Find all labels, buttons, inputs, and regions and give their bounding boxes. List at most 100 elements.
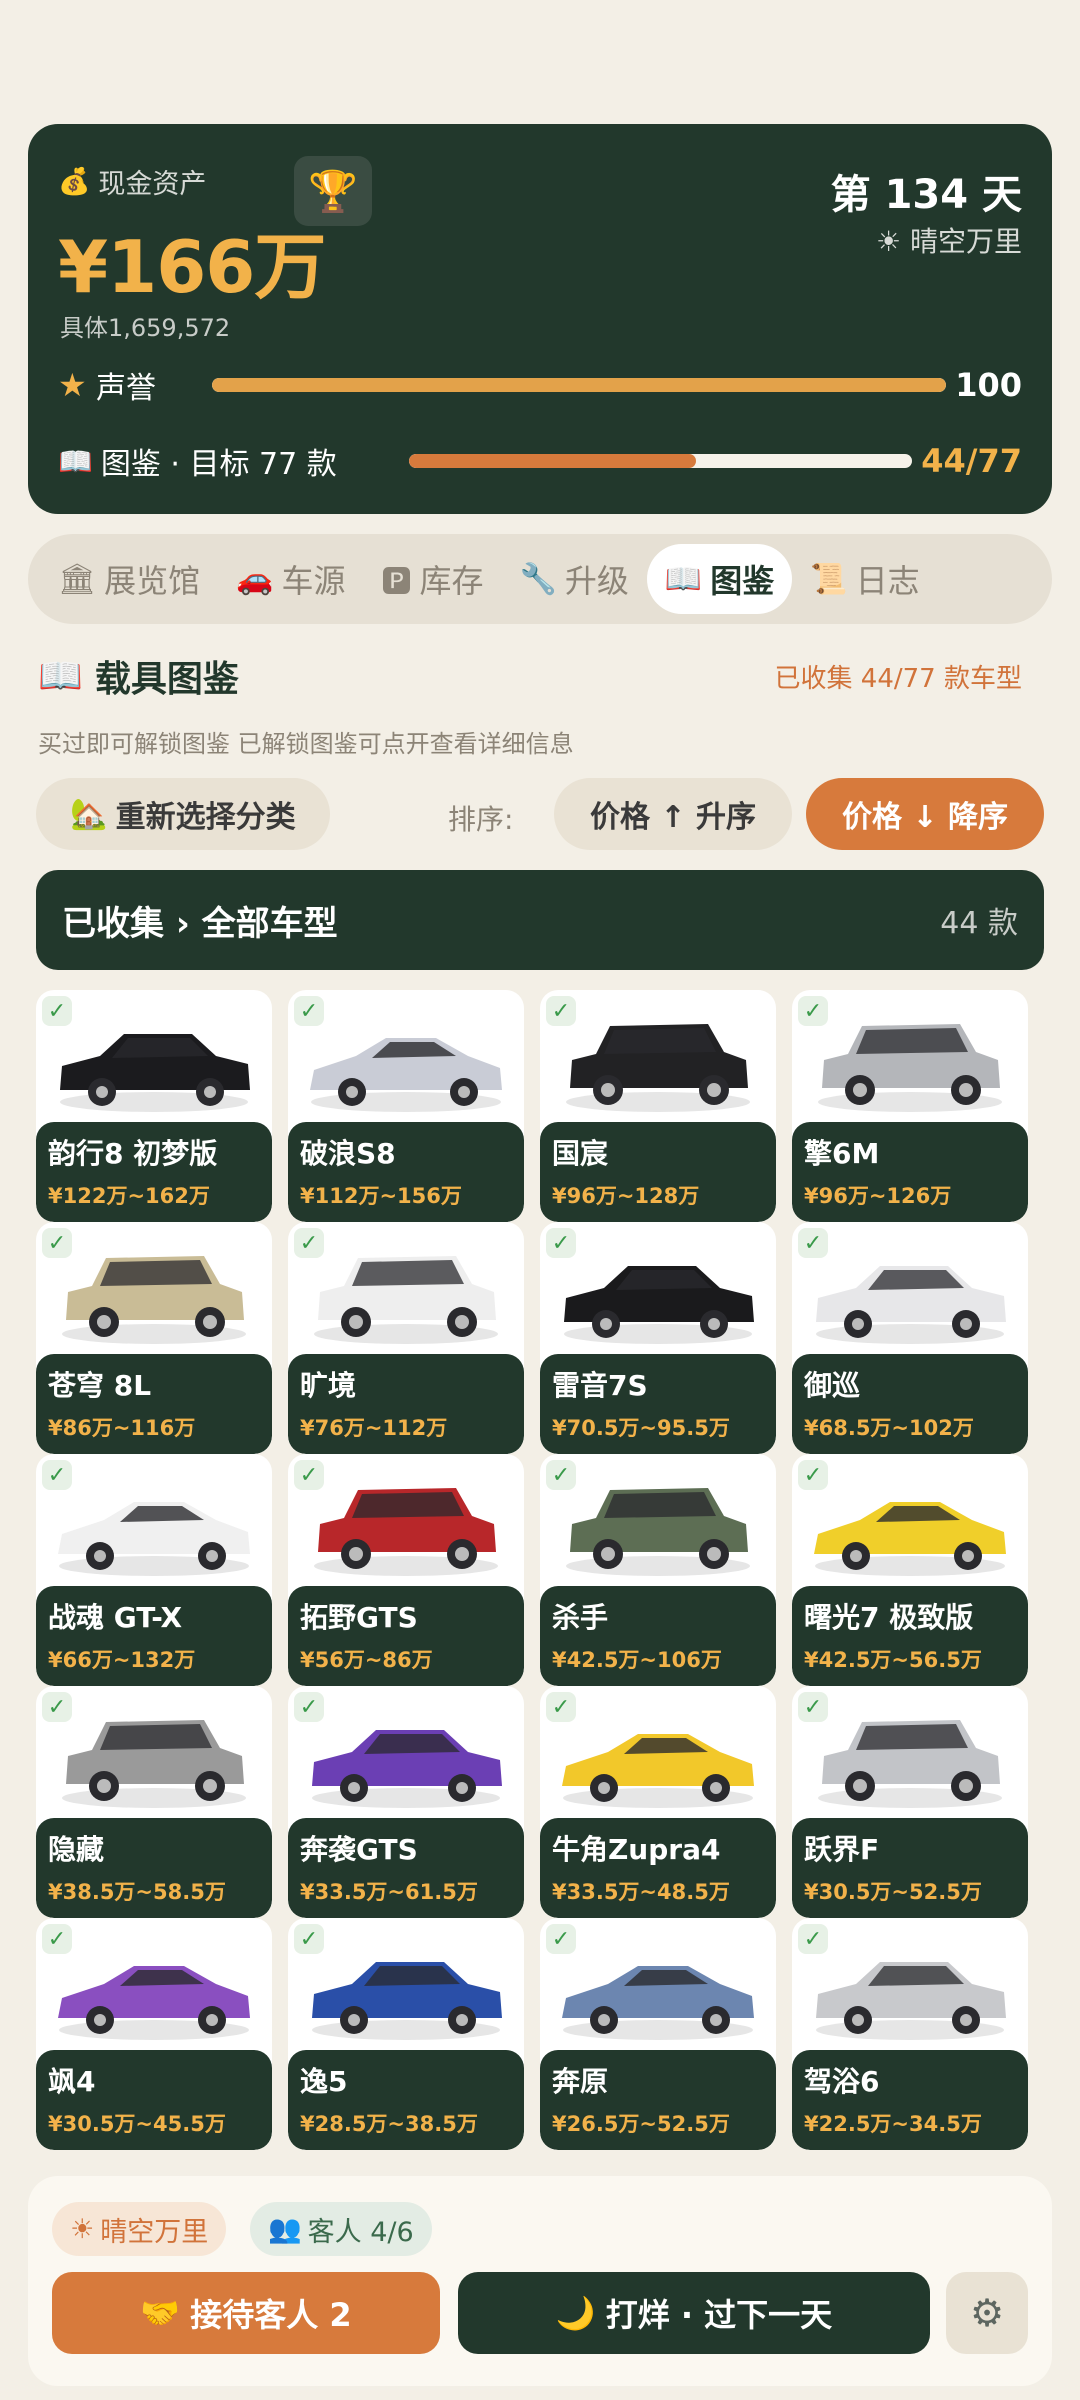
car-name: 杀手	[552, 1601, 609, 1634]
wrench-icon: 🔧	[519, 561, 557, 597]
car-card[interactable]: ✓ 御巡 ¥68.5万~102万	[792, 1222, 1028, 1454]
collection-label: 图鉴 · 目标 77 款	[100, 447, 337, 482]
car-price: ¥96万~126万	[804, 1184, 952, 1208]
car-name: 雷音7S	[552, 1369, 648, 1402]
house-icon: 🏡	[70, 796, 108, 832]
car-card[interactable]: ✓ 战魂 GT-X ¥66万~132万	[36, 1454, 272, 1686]
sort-price-desc-button[interactable]: 价格 ↓ 降序	[806, 778, 1044, 850]
car-name: 韵行8 初梦版	[48, 1137, 218, 1170]
car-info: 苍穹 8L ¥86万~116万	[36, 1354, 272, 1454]
car-card[interactable]: ✓ 奔原 ¥26.5万~52.5万	[540, 1918, 776, 2150]
car-name: 隐藏	[48, 1833, 105, 1866]
car-card[interactable]: ✓ 国宸 ¥96万~128万	[540, 990, 776, 1222]
car-name: 擎6M	[804, 1137, 880, 1170]
tab-inventory[interactable]: 🅿 库存	[363, 544, 501, 614]
book-icon: 📖	[664, 561, 703, 597]
car-card[interactable]: ✓ 跃界F ¥30.5万~52.5万	[792, 1686, 1028, 1918]
cash-label: 💰 现金资产	[58, 166, 207, 201]
check-icon: ✓	[546, 1924, 576, 1954]
car-price: ¥33.5万~48.5万	[552, 1880, 730, 1904]
check-icon: ✓	[42, 1228, 72, 1258]
car-price: ¥68.5万~102万	[804, 1416, 974, 1440]
car-price: ¥28.5万~38.5万	[300, 2112, 478, 2136]
car-card[interactable]: ✓ 擎6M ¥96万~126万	[792, 990, 1028, 1222]
reselect-category-button[interactable]: 🏡 重新选择分类	[36, 778, 330, 850]
car-price: ¥38.5万~58.5万	[48, 1880, 226, 1904]
section-hint: 买过即可解锁图鉴 已解锁图鉴可点开查看详细信息	[38, 730, 574, 758]
car-name: 驾浴6	[804, 2065, 880, 2098]
car-info: 牛角Zupra4 ¥33.5万~48.5万	[540, 1818, 776, 1918]
check-icon: ✓	[798, 1228, 828, 1258]
close-shop-button[interactable]: 🌙 打烊 · 过下一天	[458, 2272, 930, 2354]
car-name: 御巡	[804, 1369, 861, 1402]
sun-icon: ☀	[875, 225, 902, 258]
car-card[interactable]: ✓ 飒4 ¥30.5万~45.5万	[36, 1918, 272, 2150]
car-card[interactable]: ✓ 拓野GTS ¥56万~86万	[288, 1454, 524, 1686]
check-icon: ✓	[42, 996, 72, 1026]
sun-icon: ☀	[70, 2213, 95, 2245]
car-price: ¥86万~116万	[48, 1416, 196, 1440]
car-info: 战魂 GT-X ¥66万~132万	[36, 1586, 272, 1686]
car-info: 奔袭GTS ¥33.5万~61.5万	[288, 1818, 524, 1918]
car-name: 跃界F	[804, 1833, 880, 1866]
scroll-icon: 📜	[810, 561, 848, 597]
car-info: 雷音7S ¥70.5万~95.5万	[540, 1354, 776, 1454]
day-counter: 第 134 天	[830, 172, 1022, 218]
check-icon: ✓	[42, 1692, 72, 1722]
check-icon: ✓	[546, 1692, 576, 1722]
car-card[interactable]: ✓ 苍穹 8L ¥86万~116万	[36, 1222, 272, 1454]
car-info: 韵行8 初梦版 ¥122万~162万	[36, 1122, 272, 1222]
tab-upgrade[interactable]: 🔧 升级	[502, 544, 647, 614]
car-price: ¥122万~162万	[48, 1184, 210, 1208]
money-bag-icon: 💰	[58, 166, 91, 197]
sort-price-asc-button[interactable]: 价格 ↑ 升序	[554, 778, 792, 850]
car-card[interactable]: ✓ 奔袭GTS ¥33.5万~61.5万	[288, 1686, 524, 1918]
settings-button[interactable]: ⚙	[946, 2272, 1028, 2354]
car-card[interactable]: ✓ 破浪S8 ¥112万~156万	[288, 990, 524, 1222]
car-price: ¥30.5万~45.5万	[48, 2112, 226, 2136]
check-icon: ✓	[294, 996, 324, 1026]
trophy-icon: 🏆	[308, 168, 358, 215]
car-card[interactable]: ✓ 逸5 ¥28.5万~38.5万	[288, 1918, 524, 2150]
car-price: ¥70.5万~95.5万	[552, 1416, 730, 1440]
car-card[interactable]: ✓ 杀手 ¥42.5万~106万	[540, 1454, 776, 1686]
car-card[interactable]: ✓ 隐藏 ¥38.5万~58.5万	[36, 1686, 272, 1918]
people-icon: 👥	[268, 2214, 302, 2245]
tab-log[interactable]: 📜 日志	[792, 544, 937, 614]
car-price: ¥96万~128万	[552, 1184, 700, 1208]
trophy-button[interactable]: 🏆	[294, 156, 372, 226]
car-card[interactable]: ✓ 曙光7 极致版 ¥42.5万~56.5万	[792, 1454, 1028, 1686]
car-card[interactable]: ✓ 驾浴6 ¥22.5万~34.5万	[792, 1918, 1028, 2150]
car-card[interactable]: ✓ 雷音7S ¥70.5万~95.5万	[540, 1222, 776, 1454]
receive-customer-button[interactable]: 🤝 接待客人 2	[52, 2272, 440, 2354]
tab-bar: 🏛 展览馆 🚗 车源 🅿 库存 🔧 升级 📖 图鉴 📜 日志	[28, 534, 1052, 624]
sort-label: 排序:	[448, 803, 514, 836]
weather-status: ☀ 晴空万里	[875, 225, 1022, 258]
tab-collection[interactable]: 📖 图鉴	[646, 544, 793, 614]
check-icon: ✓	[294, 1460, 324, 1490]
check-icon: ✓	[546, 1228, 576, 1258]
tab-car-source[interactable]: 🚗 车源	[218, 544, 363, 614]
status-card: 💰 现金资产 ¥166万 具体1,659,572 🏆 第 134 天 ☀ 晴空万…	[28, 124, 1052, 514]
car-info: 隐藏 ¥38.5万~58.5万	[36, 1818, 272, 1918]
car-info: 飒4 ¥30.5万~45.5万	[36, 2050, 272, 2150]
car-name: 破浪S8	[300, 1137, 396, 1170]
check-icon: ✓	[294, 1228, 324, 1258]
car-name: 旷境	[300, 1369, 357, 1402]
car-info: 拓野GTS ¥56万~86万	[288, 1586, 524, 1686]
parking-icon: 🅿	[381, 565, 412, 600]
car-name: 奔袭GTS	[300, 1833, 418, 1866]
collection-row: 📖 图鉴 · 目标 77 款 44/77	[58, 438, 1022, 484]
reputation-row: ★ 声誉 100	[58, 362, 1022, 408]
car-info: 曙光7 极致版 ¥42.5万~56.5万	[792, 1586, 1028, 1686]
car-card[interactable]: ✓ 旷境 ¥76万~112万	[288, 1222, 524, 1454]
cash-detail: 具体1,659,572	[60, 314, 231, 342]
tab-exhibition[interactable]: 🏛 展览馆	[40, 544, 218, 614]
car-price: ¥56万~86万	[300, 1648, 433, 1672]
collection-bar	[408, 454, 912, 468]
car-info: 驾浴6 ¥22.5万~34.5万	[792, 2050, 1028, 2150]
check-icon: ✓	[42, 1924, 72, 1954]
car-card[interactable]: ✓ 牛角Zupra4 ¥33.5万~48.5万	[540, 1686, 776, 1918]
car-card[interactable]: ✓ 韵行8 初梦版 ¥122万~162万	[36, 990, 272, 1222]
car-name: 战魂 GT-X	[48, 1601, 183, 1634]
